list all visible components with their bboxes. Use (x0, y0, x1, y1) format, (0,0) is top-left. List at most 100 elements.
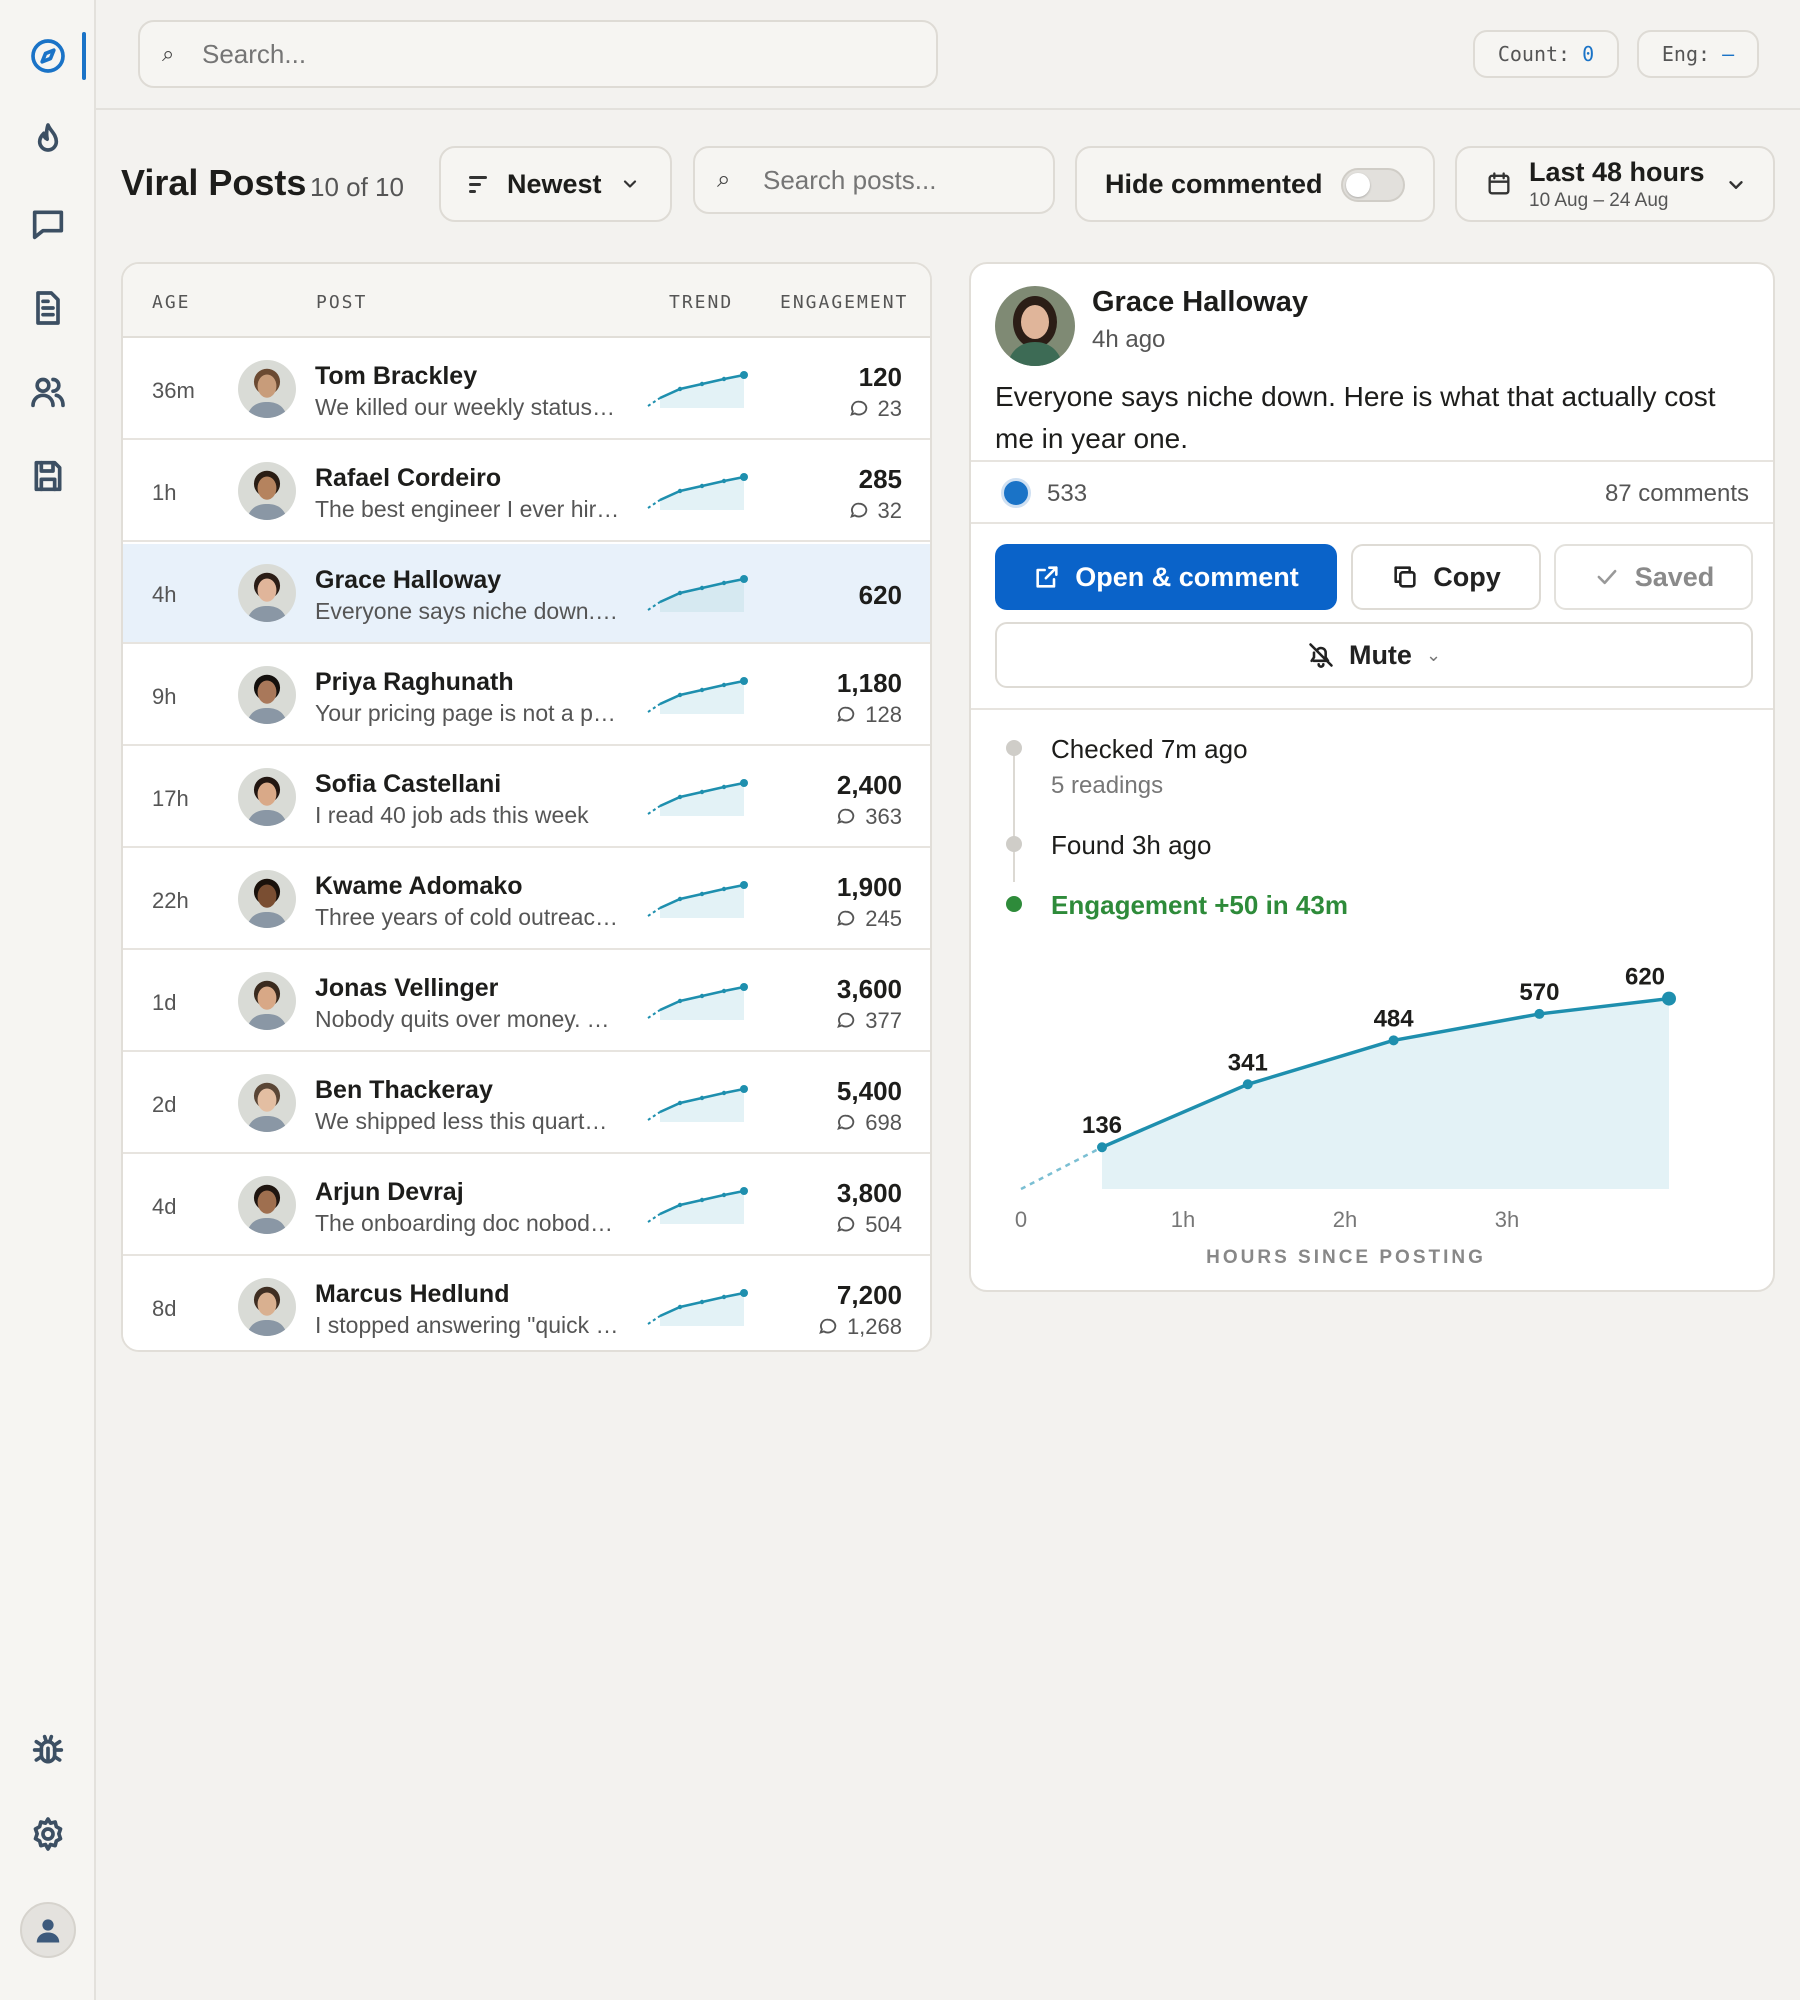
row-comment-count: 363 (865, 804, 902, 829)
sparkline-point (721, 988, 727, 994)
post-search[interactable]: ⌕ (693, 146, 1055, 214)
row-snippet: The onboarding doc nobody reads (315, 1210, 620, 1236)
row-snippet: I read 40 job ads this week (315, 802, 589, 828)
row-comments: 377 (835, 1008, 902, 1034)
sparkline-point (740, 881, 748, 889)
nav-settings[interactable] (24, 1810, 72, 1858)
row-engagement: 5,400 (836, 1076, 902, 1106)
copy-label: Copy (1433, 561, 1501, 592)
sparkline-lead (647, 703, 661, 713)
date-range-picker[interactable]: Last 48 hours 10 Aug – 24 Aug (1455, 146, 1775, 222)
copy-button[interactable]: Copy (1351, 544, 1541, 610)
timeline-line (1013, 752, 1015, 882)
table-row[interactable]: 17h Sofia Castellani I read 40 job ads thi… (123, 748, 930, 848)
page-title: Viral Posts (121, 162, 307, 203)
table-row[interactable]: 1d Jonas Vellinger Nobody quits over money… (123, 952, 930, 1052)
table-row[interactable]: 1h Rafael Cordeiro The best engineer I eve… (123, 442, 930, 542)
comment-icon (837, 808, 855, 824)
row-snippet: We shipped less this quarter and grew (315, 1108, 620, 1134)
like-count: 533 (1047, 480, 1088, 507)
col-engagement[interactable]: ENGAGEMENT (780, 292, 908, 313)
nav-saved[interactable] (24, 452, 72, 500)
col-post[interactable]: POST (316, 292, 367, 313)
table-row[interactable]: 36m Tom Brackley We killed our weekly stat… (123, 340, 930, 440)
sparkline-point (721, 886, 727, 892)
row-author: Jonas Vellinger (315, 974, 499, 1002)
row-comment-count: 698 (865, 1110, 902, 1135)
sparkline-point (721, 1192, 727, 1198)
table-row[interactable]: 4d Arjun Devraj The onboarding doc nobody … (123, 1156, 930, 1256)
col-trend[interactable]: TREND (669, 292, 733, 313)
sparkline-point (740, 779, 748, 787)
nav-comments[interactable] (24, 200, 72, 248)
row-comments: 698 (835, 1110, 902, 1136)
global-search[interactable]: ⌕ (138, 20, 938, 88)
sparkline-point (677, 386, 683, 392)
nav-drafts[interactable] (24, 284, 72, 332)
row-author: Arjun Devraj (315, 1178, 464, 1206)
chart-point[interactable] (1534, 1008, 1545, 1019)
mute-dropdown[interactable]: Mute ⌄ (995, 622, 1753, 688)
document-icon (36, 291, 60, 325)
engagement-chart: 136 341 484 570 620 0 1h 2h 3h HOURS SINCE POSTIN… (1015, 964, 1676, 1268)
profile-avatar[interactable] (20, 1902, 76, 1958)
col-age[interactable]: AGE (152, 292, 191, 313)
active-indicator (82, 32, 86, 80)
global-search-input[interactable] (202, 38, 902, 70)
chart-point-label: 341 (1228, 1049, 1268, 1076)
sparkline-point (699, 687, 705, 693)
row-trend-sparkline (647, 779, 748, 816)
timeline-dot (1006, 740, 1022, 756)
check-icon (1597, 569, 1617, 585)
sparkline-point (740, 371, 748, 379)
nav-discover[interactable] (24, 32, 72, 80)
sparkline-point (677, 998, 683, 1004)
row-age: 17h (152, 786, 189, 811)
author-avatar (995, 286, 1075, 366)
author-name[interactable]: Grace Halloway (1092, 286, 1308, 319)
table-row[interactable]: 22h Kwame Adomako Three years of cold outr… (123, 850, 930, 950)
row-author: Tom Brackley (315, 362, 478, 390)
table-row[interactable]: 4h Grace Halloway Everyone says niche down… (123, 544, 930, 644)
post-search-input[interactable] (763, 164, 1043, 196)
sort-dropdown[interactable]: Newest (439, 146, 672, 222)
chart-point[interactable] (1097, 1142, 1107, 1153)
chart-point[interactable] (1242, 1079, 1253, 1090)
row-comments: 1,268 (817, 1314, 902, 1340)
table-row[interactable]: 8d Marcus Hedlund I stopped answering "qui… (123, 1258, 930, 1350)
row-engagement: 1,900 (836, 872, 902, 902)
open-comment-label: Open & comment (1075, 561, 1299, 592)
user-icon (36, 1919, 60, 1943)
nav-debug[interactable] (24, 1726, 72, 1774)
saved-button[interactable]: Saved (1554, 544, 1753, 610)
open-comment-button[interactable]: Open & comment (995, 544, 1337, 610)
sparkline-point (677, 488, 683, 494)
bug-icon (32, 1734, 64, 1764)
row-engagement: 7,200 (836, 1280, 902, 1310)
row-avatar (238, 870, 296, 928)
row-trend-sparkline (647, 473, 748, 510)
chart-point-label: 136 (1082, 1112, 1122, 1139)
divider (971, 708, 1773, 710)
chart-point[interactable] (1388, 1035, 1399, 1046)
sparkline-point (721, 784, 727, 790)
chart-point[interactable] (1662, 991, 1676, 1006)
table-row[interactable]: 9h Priya Raghunath Your pricing page is no… (123, 646, 930, 746)
chart-x-tick-label: 2h (1333, 1207, 1357, 1232)
row-engagement: 120 (858, 362, 902, 392)
table-row[interactable]: 2d Ben Thackeray We shipped less this quar… (123, 1054, 930, 1154)
sparkline-point (740, 1187, 748, 1195)
sort-label: Newest (507, 168, 602, 199)
row-engagement: 620 (858, 580, 902, 610)
comment-count[interactable]: 87 comments (1605, 480, 1749, 508)
chevron-down-icon (1729, 181, 1743, 189)
saved-label: Saved (1634, 561, 1715, 592)
hide-commented-toggle[interactable] (1341, 168, 1405, 202)
sparkline-point (677, 1100, 683, 1106)
date-range-label: Last 48 hours (1529, 156, 1705, 187)
nav-people[interactable] (24, 368, 72, 416)
eng-pill: Eng: – (1637, 30, 1759, 78)
row-comments: 23 (848, 396, 902, 422)
sparkline-point (699, 381, 705, 387)
nav-trending[interactable] (24, 116, 72, 164)
